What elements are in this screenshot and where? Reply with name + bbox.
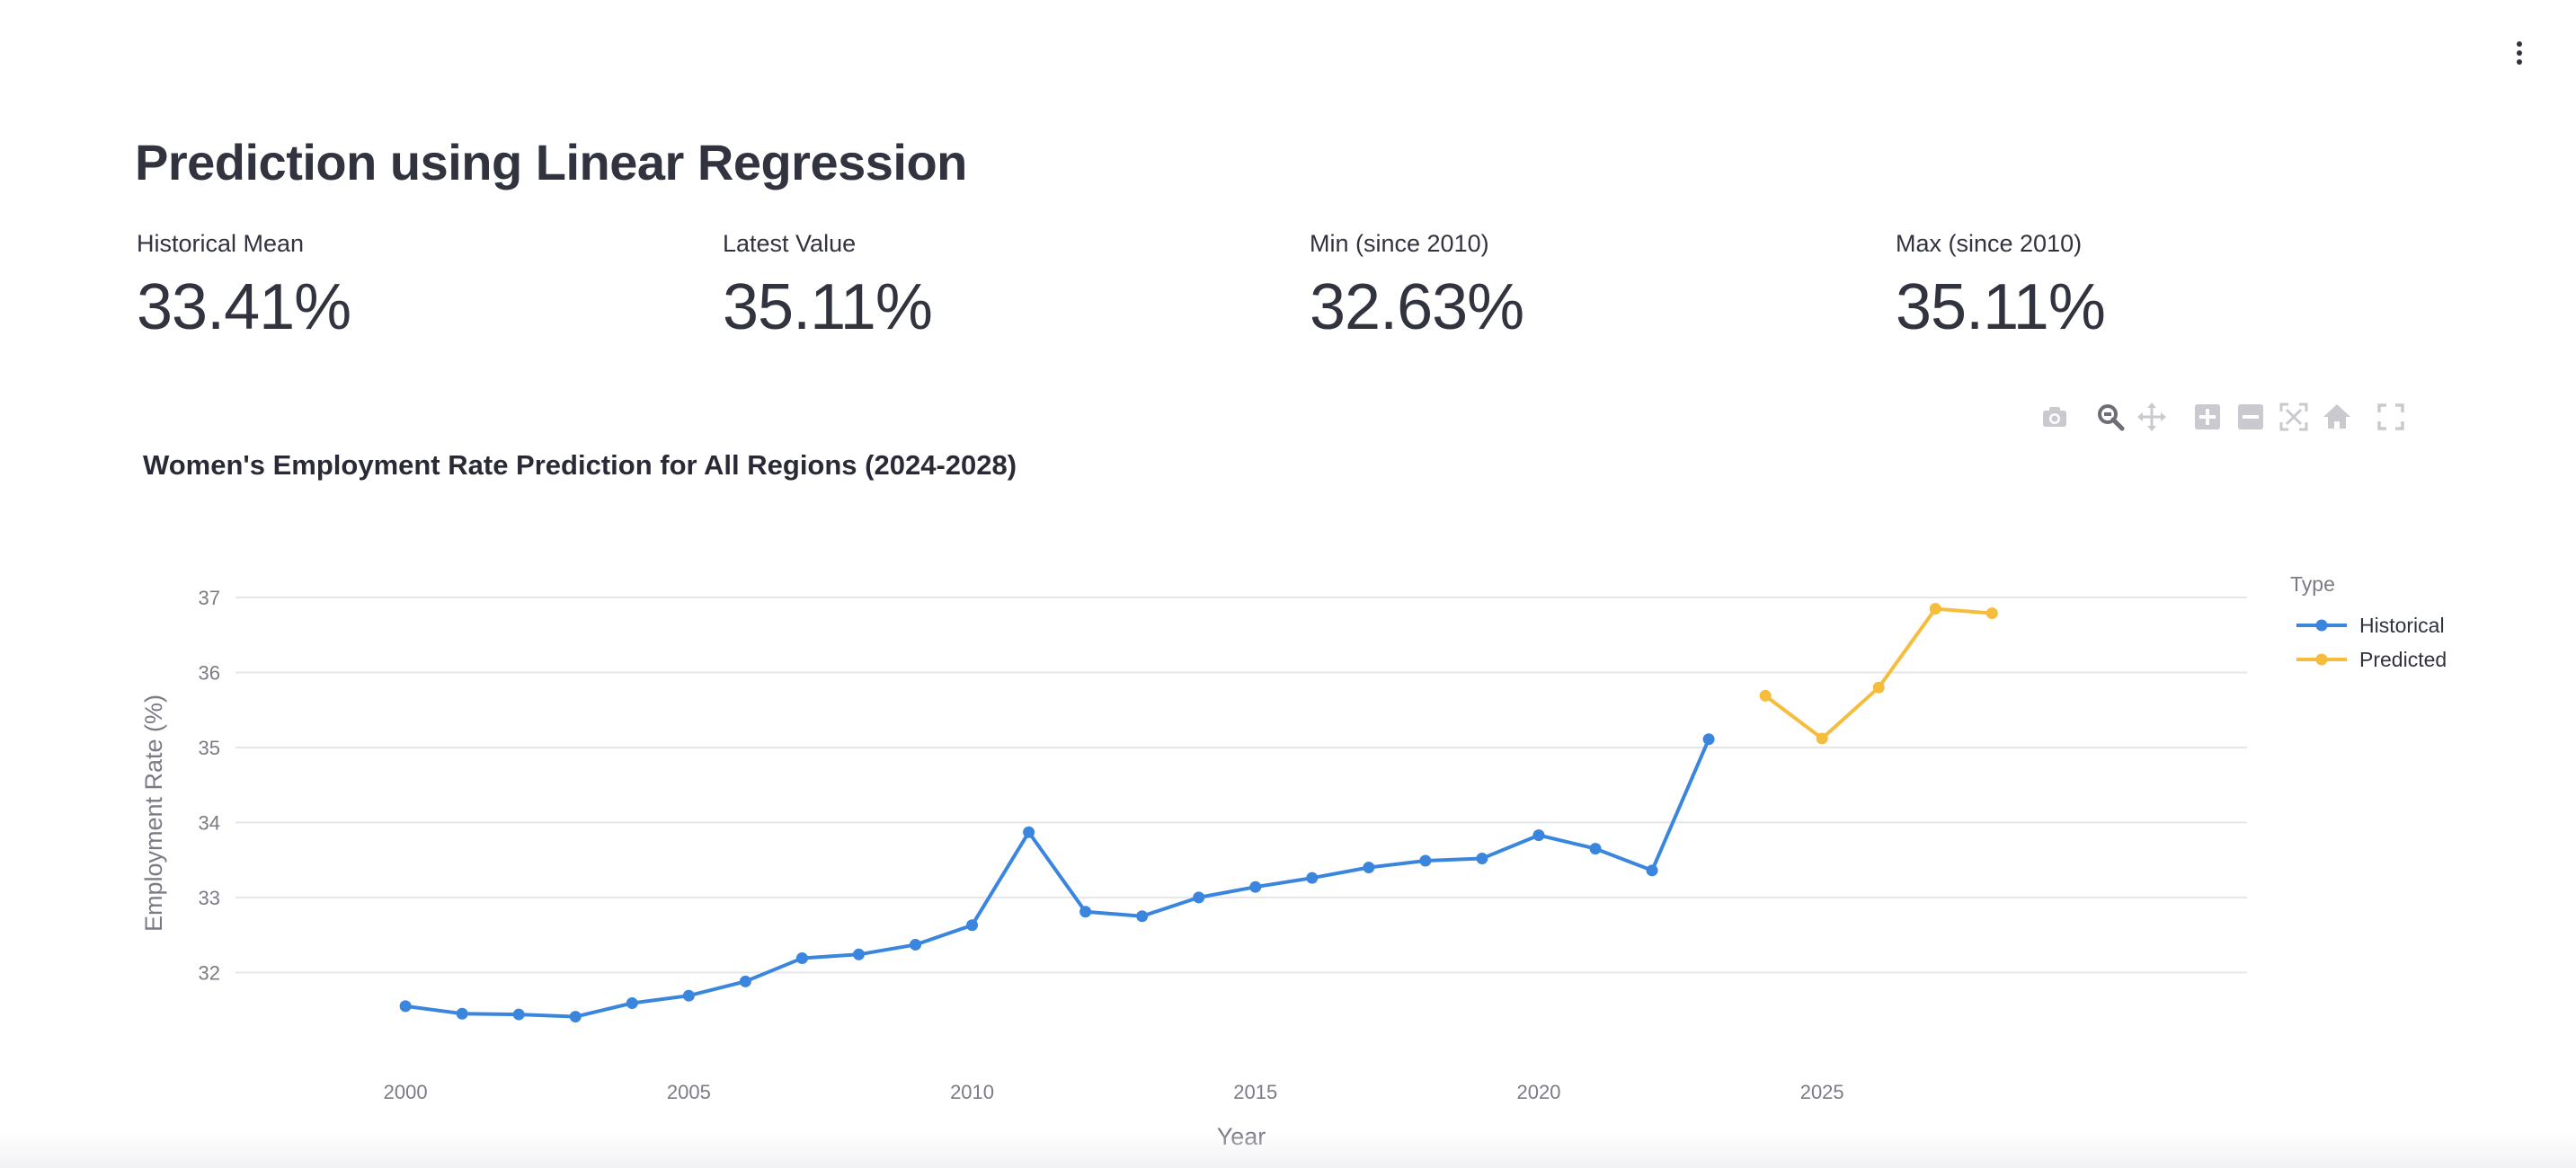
metric-label: Min (since 2010)	[1310, 230, 1489, 257]
data-point	[1929, 603, 1941, 615]
data-point	[1532, 829, 1545, 842]
metric-value: 32.63%	[1310, 271, 1524, 343]
data-point	[1872, 681, 1885, 694]
metric-label: Historical Mean	[137, 230, 305, 257]
pan-icon[interactable]	[2136, 401, 2168, 433]
bottom-fade	[0, 1132, 2576, 1168]
home-icon[interactable]	[2321, 401, 2353, 433]
zoom-out-icon[interactable]	[2234, 401, 2267, 433]
y-axis-title: Employment Rate (%)	[140, 695, 167, 932]
data-point	[1306, 872, 1319, 884]
data-point	[456, 1007, 468, 1020]
metric-max: Max (since 2010) 35.11%	[1896, 230, 2435, 344]
x-tick-label: 2010	[950, 1081, 994, 1103]
data-point	[739, 975, 751, 987]
legend-item-label: Historical	[2359, 614, 2445, 637]
data-point	[1363, 861, 1375, 873]
metric-value: 35.11%	[1896, 271, 2106, 343]
fullscreen-icon[interactable]	[2375, 401, 2407, 433]
metric-latest-value: Latest Value 35.11%	[723, 230, 1262, 344]
data-point	[399, 1000, 412, 1013]
data-point	[1759, 689, 1772, 702]
zoom-in-icon[interactable]	[2191, 401, 2224, 433]
chart-title: Women's Employment Rate Prediction for A…	[143, 449, 1017, 481]
legend-swatch-marker	[2315, 653, 2328, 666]
metric-value: 35.11%	[723, 271, 933, 343]
x-tick-label: 2025	[1800, 1081, 1844, 1103]
data-point	[1985, 607, 1998, 620]
y-tick-label: 33	[199, 887, 220, 909]
data-point	[1193, 891, 1205, 904]
data-point	[512, 1008, 525, 1021]
y-tick-label: 36	[199, 661, 220, 684]
line-chart: 323334353637200020052010201520202025Year…	[140, 572, 2447, 1150]
data-point	[682, 989, 695, 1002]
data-point	[626, 997, 638, 1010]
data-point	[1702, 733, 1715, 746]
data-point	[1079, 906, 1092, 918]
y-tick-label: 37	[199, 587, 220, 609]
data-point	[1249, 880, 1262, 893]
metric-min: Min (since 2010) 32.63%	[1310, 230, 1849, 344]
data-point	[1136, 910, 1149, 923]
data-point	[1476, 852, 1488, 864]
camera-icon[interactable]	[2039, 401, 2071, 433]
x-tick-label: 2005	[667, 1081, 711, 1103]
data-point	[966, 919, 979, 932]
data-point	[569, 1011, 582, 1023]
data-point	[852, 948, 865, 960]
zoom-icon[interactable]	[2094, 401, 2127, 433]
series-line-historical	[404, 739, 1710, 1019]
page-title: Prediction using Linear Regression	[135, 134, 967, 190]
data-point	[1023, 826, 1035, 838]
series-line-predicted	[1763, 606, 1993, 740]
data-point	[795, 951, 808, 964]
autoscale-icon[interactable]	[2278, 401, 2310, 433]
legend-swatch-marker	[2315, 619, 2328, 632]
metric-label: Max (since 2010)	[1896, 230, 2083, 257]
y-tick-label: 35	[199, 737, 220, 759]
y-tick-label: 32	[199, 961, 220, 984]
x-tick-label: 2000	[384, 1081, 428, 1103]
data-point	[1419, 854, 1432, 867]
data-point	[1646, 864, 1658, 877]
legend-title: Type	[2290, 572, 2335, 596]
x-tick-label: 2015	[1233, 1081, 1277, 1103]
main-menu-icon[interactable]	[2513, 41, 2526, 68]
legend-item-label: Predicted	[2359, 648, 2447, 671]
y-tick-label: 34	[199, 811, 220, 834]
data-point	[910, 938, 922, 951]
metric-value: 33.41%	[137, 271, 351, 343]
data-point	[1589, 843, 1602, 855]
data-point	[1816, 732, 1828, 745]
metric-label: Latest Value	[723, 230, 857, 257]
x-tick-label: 2020	[1516, 1081, 1560, 1103]
metric-historical-mean: Historical Mean 33.41%	[137, 230, 676, 344]
